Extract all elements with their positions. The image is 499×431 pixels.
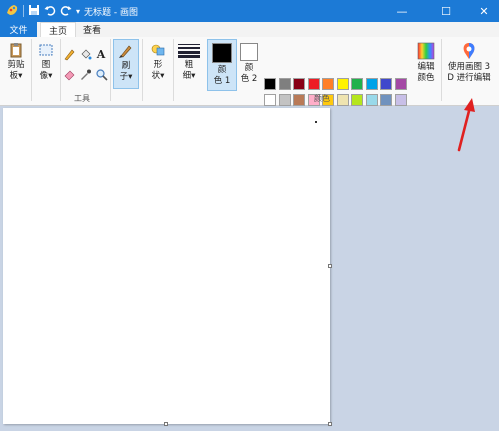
canvas-resize-handle-bottom[interactable] [164, 422, 168, 426]
save-icon[interactable] [28, 4, 40, 19]
palette-swatch[interactable] [394, 94, 407, 106]
edit-colors-button[interactable]: 编辑 颜色 [413, 39, 439, 89]
tools-group-label: 工具 [74, 94, 90, 103]
canvas-pixel-dot [315, 121, 317, 123]
canvas-resize-handle-right[interactable] [328, 264, 332, 268]
size-label-line1: 粗 [184, 60, 194, 70]
ribbon-separator [31, 39, 32, 101]
tab-file[interactable]: 文件 [0, 22, 37, 37]
customize-quick-access-icon[interactable]: ▾ [76, 7, 80, 16]
text-tool-icon[interactable]: A [94, 47, 108, 61]
eraser-icon[interactable] [62, 67, 76, 81]
palette-swatch[interactable] [336, 94, 349, 106]
select-rectangle-icon [39, 44, 53, 56]
maximize-icon: ☐ [441, 4, 451, 18]
color1-label-line2: 色 1 [213, 76, 231, 86]
clipboard-icon [10, 43, 22, 58]
paint3d-icon [463, 43, 475, 59]
clipboard-button[interactable]: 剪贴 板▾ [3, 39, 29, 87]
minimize-button[interactable]: — [388, 0, 416, 22]
color-picker-icon[interactable] [78, 67, 92, 81]
redo-icon[interactable] [60, 4, 72, 19]
ribbon-separator [441, 39, 442, 101]
size-label-line2: 细▾ [182, 71, 196, 81]
palette-swatch[interactable] [307, 78, 320, 90]
clipboard-label-line2: 板▾ [9, 71, 23, 81]
palette-swatch[interactable] [278, 78, 291, 90]
shapes-button[interactable]: 形 状▾ [147, 39, 169, 87]
ribbon-separator [110, 39, 111, 101]
drawing-canvas[interactable] [3, 108, 330, 424]
palette-swatch[interactable] [293, 78, 305, 90]
ribbon-separator [173, 39, 174, 101]
pencil-icon[interactable] [62, 47, 76, 61]
maximize-button[interactable]: ☐ [432, 0, 460, 22]
magnifier-icon[interactable] [94, 67, 108, 81]
fill-bucket-icon[interactable] [78, 47, 92, 61]
annotation-arrow [457, 98, 475, 152]
shapes-label-line1: 形 [153, 60, 163, 70]
rainbow-palette-icon [417, 42, 435, 60]
brush-icon [119, 45, 132, 58]
palette-swatch[interactable] [278, 94, 291, 106]
color2-label-line2: 色 2 [240, 74, 258, 84]
paint3d-label-line2: D 进行编辑 [447, 73, 491, 83]
palette-swatch[interactable] [293, 94, 305, 106]
ribbon-separator [142, 39, 143, 101]
palette-swatch[interactable] [264, 94, 276, 106]
palette-swatch[interactable] [380, 78, 392, 90]
palette-swatch[interactable] [365, 78, 378, 90]
brushes-label-line2: 子▾ [119, 72, 133, 82]
palette-swatch[interactable] [365, 94, 378, 106]
tab-home[interactable]: 主页 [40, 22, 76, 38]
palette-swatch[interactable] [351, 78, 363, 90]
edit-colors-label-line1: 编辑 [417, 62, 435, 72]
close-icon: ✕ [479, 4, 489, 18]
image-label-line2: 像▾ [39, 71, 53, 81]
undo-icon[interactable] [44, 4, 56, 19]
quick-access-toolbar: ▾ [5, 4, 80, 18]
clipboard-label-line1: 剪贴 [7, 60, 25, 70]
color2-button[interactable]: 颜 色 2 [237, 39, 261, 89]
line-width-icon [178, 44, 200, 58]
palette-swatch[interactable] [394, 78, 407, 90]
minimize-icon: — [396, 4, 408, 18]
color1-label-line1: 颜 [217, 65, 227, 75]
palette-swatch[interactable] [336, 78, 349, 90]
color1-button[interactable]: 颜 色 1 [207, 39, 237, 91]
close-button[interactable]: ✕ [470, 0, 498, 22]
palette-swatch[interactable] [264, 78, 276, 90]
edit-colors-label-line2: 颜色 [417, 73, 435, 83]
image-button[interactable]: 图 像▾ [35, 39, 57, 87]
edit-with-paint3d-button[interactable]: 使用画图 3 D 进行编辑 [444, 39, 494, 89]
color2-label-line1: 颜 [244, 63, 254, 73]
window-title: 无标题 - 画图 [84, 8, 138, 18]
palette-swatch[interactable] [380, 94, 392, 106]
color2-swatch [240, 43, 258, 61]
paint3d-label-line1: 使用画图 3 [447, 62, 491, 72]
size-button[interactable]: 粗 细▾ [176, 39, 202, 87]
title-bar: ▾ 无标题 - 画图 — ☐ ✕ [0, 0, 499, 22]
shapes-label-line2: 状▾ [151, 71, 165, 81]
brushes-label-line1: 刷 [121, 61, 131, 71]
image-label-line1: 图 [41, 60, 51, 70]
color1-swatch [212, 43, 232, 63]
ribbon-separator [60, 39, 61, 101]
ribbon: 剪贴 板▾ 图 像▾ A 工具 刷 子▾ 形 状▾ 粗 细▾ 颜 色 1 颜 色… [0, 37, 499, 122]
palette-swatch[interactable] [322, 78, 334, 90]
ribbon-tab-bar: 文件 主页 查看 [0, 22, 499, 38]
canvas-resize-handle-corner[interactable] [328, 422, 332, 426]
brushes-button[interactable]: 刷 子▾ [113, 39, 139, 89]
shapes-icon [151, 44, 165, 56]
palette-swatch[interactable] [351, 94, 363, 106]
paint-app-icon[interactable] [5, 3, 19, 20]
tab-view[interactable]: 查看 [76, 22, 108, 37]
colors-group-label: 颜色 [314, 94, 330, 103]
